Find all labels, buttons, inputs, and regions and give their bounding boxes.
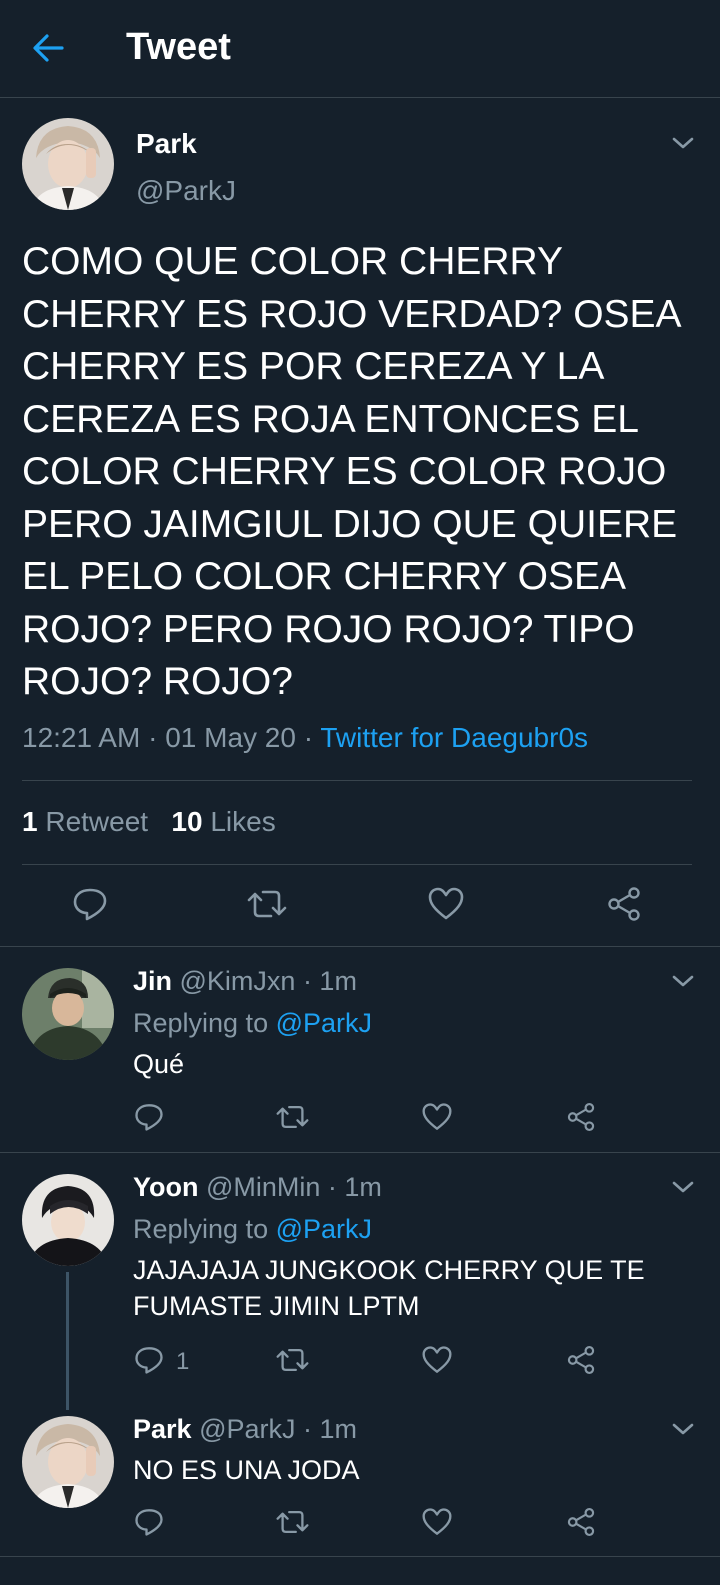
share-button[interactable] [606,886,642,922]
avatar[interactable] [22,1416,114,1508]
like-count: 10 [171,806,203,837]
retweet-button[interactable] [276,1507,309,1537]
reply-button[interactable] [134,1102,164,1132]
meta-separator: · [140,722,166,753]
avatar[interactable] [22,1174,114,1266]
back-arrow-icon[interactable] [30,30,66,66]
reply-author-handle[interactable]: @KimJxn · 1m [172,966,357,996]
reply-author-handle[interactable]: @ParkJ · 1m [192,1414,357,1444]
replying-to: Replying to @ParkJ [133,1008,372,1039]
share-icon [567,1508,595,1536]
share-icon [567,1346,595,1374]
tweet-stats: 1 Retweet 10 Likes [22,806,276,838]
replying-to-link[interactable]: @ParkJ [276,1008,372,1038]
chevron-down-icon[interactable] [670,972,696,990]
like-icon [422,1346,452,1373]
reply-text: JAJAJAJA JUNGKOOK CHERRY QUE TE FUMASTE … [133,1255,645,1321]
like-button[interactable] [422,1507,452,1537]
reply-header: Jin @KimJxn · 1m [133,966,357,997]
replying-label: Replying to [133,1214,276,1244]
replying-to-link[interactable]: @ParkJ [276,1214,372,1244]
likes-stat[interactable]: 10 Likes [171,806,275,837]
tweet-date: 01 May 20 [165,722,296,753]
reply-icon [135,1347,163,1374]
like-label: Likes [202,806,276,837]
share-button[interactable] [566,1345,596,1375]
reply-button[interactable] [72,886,108,922]
tweet-meta: 12:21 AM · 01 May 20 · Twitter for Daegu… [22,722,588,754]
like-button[interactable] [422,1102,452,1132]
reply-header: Yoon @MinMin · 1m [133,1172,382,1203]
tweet-source-link[interactable]: Twitter for Daegubr0s [320,722,588,753]
like-button[interactable] [428,886,464,922]
share-button[interactable] [566,1102,596,1132]
chevron-down-icon[interactable] [670,1420,696,1438]
reply-text: Qué [133,1049,185,1079]
reply-author-name[interactable]: Yoon [133,1172,198,1202]
retweet-label: Retweet [37,806,149,837]
retweet-button[interactable] [247,886,287,922]
like-icon [422,1508,452,1535]
like-button[interactable] [422,1345,452,1375]
retweet-button[interactable] [276,1345,309,1375]
reply-header: Park @ParkJ · 1m [133,1414,357,1445]
reply-icon [135,1509,163,1536]
retweet-icon [247,890,287,918]
retweet-count: 1 [22,806,38,837]
reply-author-name[interactable]: Jin [133,966,172,996]
reply-author-name[interactable]: Park [133,1414,192,1444]
page-title: Tweet [126,26,231,68]
reply-text: NO ES UNA JODA [133,1455,360,1485]
replying-to: Replying to @ParkJ [133,1214,372,1245]
reply-author-handle[interactable]: @MinMin · 1m [198,1172,382,1202]
tweet-time: 12:21 AM [22,722,141,753]
tweet-text: COMO QUE COLOR CHERRY CHERRY ES ROJO VER… [22,240,682,703]
retweet-icon [276,1105,309,1129]
top-bar: Tweet [0,0,720,98]
author-handle[interactable]: @ParkJ [136,175,236,207]
share-icon [567,1103,595,1131]
retweets-stat[interactable]: 1 Retweet [22,806,148,837]
divider [0,1556,720,1557]
reply-button[interactable] [134,1345,164,1375]
share-icon [608,887,640,921]
share-button[interactable] [566,1507,596,1537]
divider [22,864,692,865]
divider [22,780,692,781]
reply-count: 1 [176,1348,190,1375]
retweet-icon [276,1510,309,1534]
divider [0,1152,720,1153]
replying-label: Replying to [133,1008,276,1038]
chevron-down-icon[interactable] [670,134,696,152]
retweet-button[interactable] [276,1102,309,1132]
author-name[interactable]: Park [136,128,197,160]
avatar[interactable] [22,968,114,1060]
reply-icon [135,1104,163,1131]
avatar[interactable] [22,118,114,210]
reply-button[interactable] [134,1507,164,1537]
meta-separator: · [295,722,321,753]
chevron-down-icon[interactable] [670,1178,696,1196]
thread-line [66,1272,69,1410]
like-icon [428,887,464,920]
like-icon [422,1103,452,1130]
retweet-icon [276,1348,309,1372]
divider [0,946,720,947]
reply-icon [73,888,107,921]
